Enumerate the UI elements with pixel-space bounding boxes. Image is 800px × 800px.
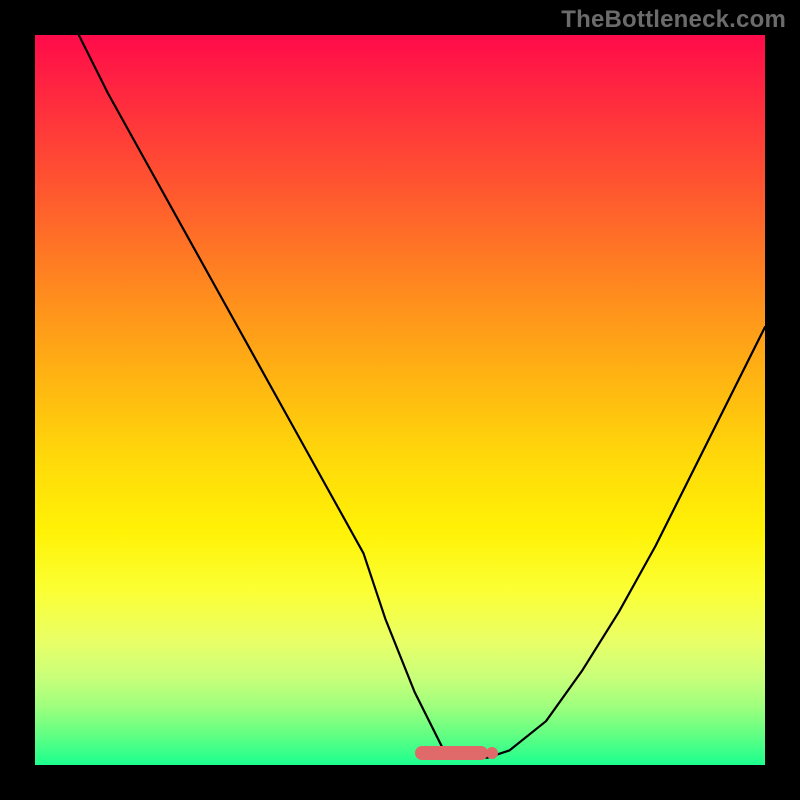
optimal-range-band <box>415 746 488 760</box>
chart-frame: TheBottleneck.com <box>0 0 800 800</box>
attribution-label: TheBottleneck.com <box>561 6 786 34</box>
optimal-range-end-dot <box>486 747 498 759</box>
bottleneck-curve <box>35 35 765 765</box>
plot-area <box>35 35 765 765</box>
